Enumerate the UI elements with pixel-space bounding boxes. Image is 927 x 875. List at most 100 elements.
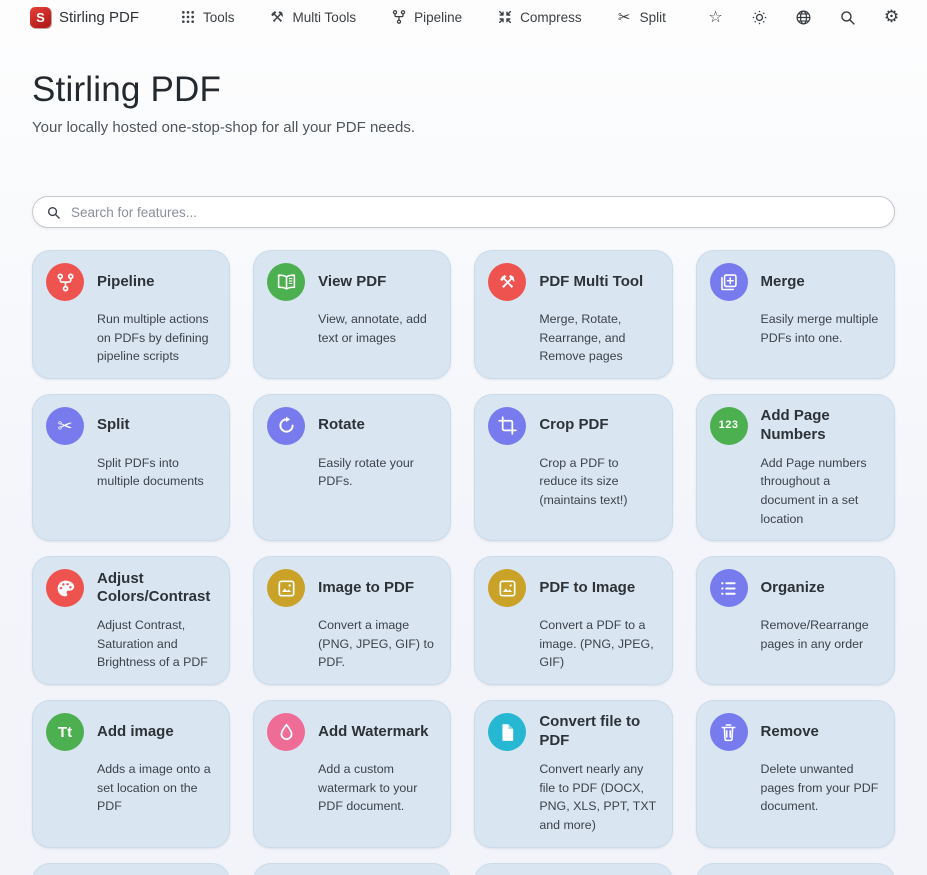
tool-card-change-metadata[interactable]: Change MetadataChange/Remove/Add metadat… — [696, 863, 895, 875]
main-content: Stirling PDF Your locally hosted one-sto… — [0, 70, 927, 875]
page-subtitle: Your locally hosted one-stop-shop for al… — [32, 119, 895, 136]
card-title: Adjust Colors/Contrast — [97, 570, 214, 608]
rotate-icon — [267, 407, 305, 445]
card-title: Convert file to PDF — [539, 713, 656, 751]
card-description: Convert a PDF to a image. (PNG, JPEG, GI… — [539, 616, 656, 672]
nav-label: Pipeline — [414, 10, 462, 25]
tool-card-rotate[interactable]: Rotate Easily rotate your PDFs. — [253, 394, 451, 541]
book-open-icon — [267, 263, 305, 301]
tool-card-add-watermark[interactable]: Add Watermark Add a custom watermark to y… — [253, 700, 451, 847]
card-title: Crop PDF — [539, 416, 656, 435]
scissors-icon: ✂ — [616, 9, 633, 26]
trash-icon — [710, 713, 748, 751]
card-description: Merge, Rotate, Rearrange, and Remove pag… — [539, 310, 656, 366]
card-description: Run multiple actions on PDFs by defining… — [97, 310, 214, 366]
tool-card-pipeline[interactable]: Pipeline Run multiple actions on PDFs by … — [32, 250, 230, 379]
tool-card-add-page-numbers[interactable]: 123 Add Page Numbers Add Page numbers thro… — [696, 394, 895, 541]
stirling-logo-icon: S — [30, 7, 51, 28]
tool-card-pdf-multi-tool[interactable]: ⚒ PDF Multi Tool Merge, Rotate, Rearrange,… — [474, 250, 672, 379]
card-description: Adds a image onto a set location on the … — [97, 760, 214, 834]
tool-card-merge[interactable]: Merge Easily merge multiple PDFs into one… — [696, 250, 895, 379]
brand[interactable]: S Stirling PDF — [30, 7, 139, 28]
file-icon — [488, 713, 526, 751]
card-title: Image to PDF — [318, 579, 435, 598]
nav-label: Compress — [520, 10, 582, 25]
card-description: View, annotate, add text or images — [318, 310, 435, 366]
pipeline-icon — [46, 263, 84, 301]
multi-tools-icon: ⚒ — [488, 263, 526, 301]
card-description: Split PDFs into multiple documents — [97, 454, 214, 528]
tool-card-view-pdf[interactable]: View PDF View, annotate, add text or imag… — [253, 250, 451, 379]
image-icon — [488, 569, 526, 607]
card-description: Convert nearly any file to PDF (DOCX, PN… — [539, 760, 656, 834]
tool-card-crop-pdf[interactable]: Crop PDF Crop a PDF to reduce its size (m… — [474, 394, 672, 541]
multi-tools-icon: ⚒ — [269, 9, 286, 26]
main-nav: Tools ⚒ Multi Tools Pipeline Compress ✂ Split — [179, 9, 666, 26]
card-title: Split — [97, 416, 214, 435]
tool-card-convert-file-to-pdf[interactable]: Convert file to PDF Convert nearly any fi… — [474, 700, 672, 847]
search-input[interactable] — [71, 205, 881, 220]
card-title: View PDF — [318, 273, 435, 292]
card-description: Remove/Rearrange pages in any order — [761, 616, 879, 672]
card-description: Delete unwanted pages from your PDF docu… — [761, 760, 879, 834]
card-description: Add a custom watermark to your PDF docum… — [318, 760, 435, 834]
droplet-icon — [267, 713, 305, 751]
tool-card-adjust-colors-contrast[interactable]: Adjust Colors/Contrast Adjust Contrast, S… — [32, 556, 230, 685]
tool-card-add-password[interactable]: Add PasswordEncrypt your PDF document wi… — [32, 863, 230, 875]
card-description: Easily merge multiple PDFs into one. — [761, 310, 879, 366]
search-button[interactable] — [838, 8, 857, 27]
header-actions: ☆⚙ — [706, 8, 901, 27]
tool-card-grid: Pipeline Run multiple actions on PDFs by … — [32, 250, 895, 875]
card-title: Add Page Numbers — [761, 407, 879, 445]
theme-toggle-button[interactable] — [750, 8, 769, 27]
card-title: Merge — [761, 273, 879, 292]
nav-label: Multi Tools — [293, 10, 357, 25]
apps-grid-icon — [179, 9, 196, 26]
tool-card-remove-password[interactable]: Remove PasswordRemove password protectio… — [253, 863, 451, 875]
one-two-three-icon: 123 — [710, 407, 748, 445]
palette-icon — [46, 569, 84, 607]
tool-card-pdf-to-image[interactable]: PDF to Image Convert a PDF to a image. (P… — [474, 556, 672, 685]
card-title: Add image — [97, 723, 214, 742]
card-title: Pipeline — [97, 273, 214, 292]
card-description: Adjust Contrast, Saturation and Brightne… — [97, 616, 214, 672]
list-icon — [710, 569, 748, 607]
tool-card-split[interactable]: ✂ Split Split PDFs into multiple documents — [32, 394, 230, 541]
search-icon — [46, 205, 61, 220]
nav-label: Split — [640, 10, 666, 25]
nav-item-pipeline[interactable]: Pipeline — [390, 9, 462, 26]
card-title: PDF Multi Tool — [539, 273, 656, 292]
card-title: PDF to Image — [539, 579, 656, 598]
card-title: Organize — [761, 579, 879, 598]
nav-item-compress[interactable]: Compress — [496, 9, 582, 26]
tool-card-remove[interactable]: Remove Delete unwanted pages from your PD… — [696, 700, 895, 847]
nav-label: Tools — [203, 10, 235, 25]
top-nav: S Stirling PDF Tools ⚒ Multi Tools Pipeline… — [0, 0, 927, 34]
card-title: Add Watermark — [318, 723, 435, 742]
page-title: Stirling PDF — [32, 70, 895, 110]
settings-button[interactable]: ⚙ — [882, 8, 901, 27]
nav-item-multi-tools[interactable]: ⚒ Multi Tools — [269, 9, 357, 26]
pipeline-icon — [390, 9, 407, 26]
card-title: Rotate — [318, 416, 435, 435]
compress-icon — [496, 9, 513, 26]
scissors-icon: ✂ — [46, 407, 84, 445]
feature-search[interactable] — [32, 196, 895, 228]
brand-label: Stirling PDF — [59, 9, 139, 26]
nav-item-split[interactable]: ✂ Split — [616, 9, 666, 26]
tool-card-add-image[interactable]: Tt Add image Adds a image onto a set locat… — [32, 700, 230, 847]
favourites-button[interactable]: ☆ — [706, 8, 725, 27]
text-tt-icon: Tt — [46, 713, 84, 751]
card-title: Remove — [761, 723, 879, 742]
tool-card-organize[interactable]: Organize Remove/Rearrange pages in any or… — [696, 556, 895, 685]
merge-icon — [710, 263, 748, 301]
tool-card-image-to-pdf[interactable]: Image to PDF Convert a image (PNG, JPEG, … — [253, 556, 451, 685]
card-description: Convert a image (PNG, JPEG, GIF) to PDF. — [318, 616, 435, 672]
card-description: Easily rotate your PDFs. — [318, 454, 435, 528]
card-description: Add Page numbers throughout a document i… — [761, 454, 879, 528]
card-description: Crop a PDF to reduce its size (maintains… — [539, 454, 656, 528]
tool-card-compress[interactable]: CompressCompress PDFs to reduce their fi… — [474, 863, 672, 875]
crop-icon — [488, 407, 526, 445]
nav-item-tools[interactable]: Tools — [179, 9, 235, 26]
language-button[interactable] — [794, 8, 813, 27]
